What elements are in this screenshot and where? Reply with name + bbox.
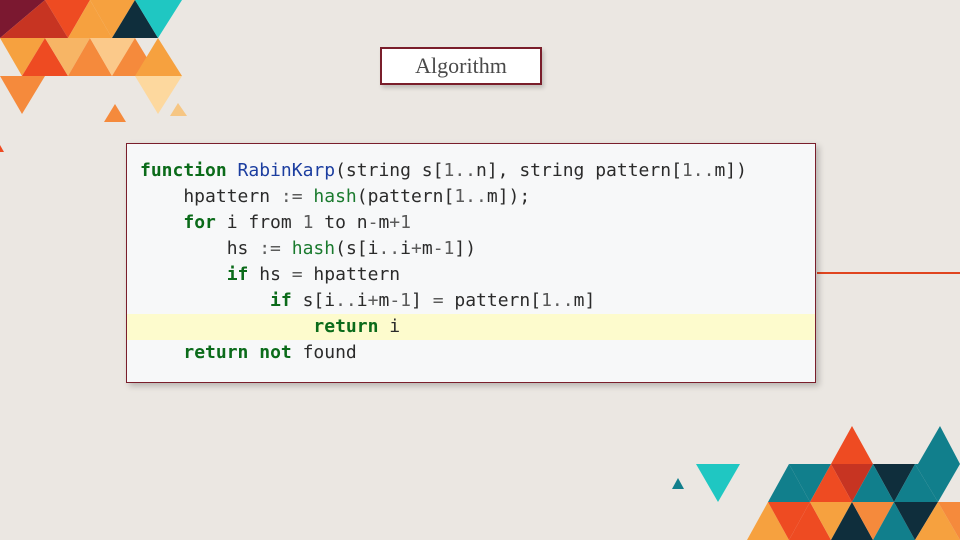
code-token: n], string pattern[	[476, 160, 682, 181]
slide-title: Algorithm	[380, 47, 542, 85]
code-token: if	[270, 290, 292, 311]
code-token: 1	[400, 290, 411, 311]
code-token: hpattern	[140, 186, 281, 207]
code-line: if s[i..i+m-1] = pattern[1..m]	[127, 288, 815, 314]
code-line: return i	[127, 314, 815, 340]
code-token: (s[i	[335, 238, 379, 259]
code-token: if	[226, 264, 249, 285]
code-line: if hs = hpattern	[127, 262, 815, 288]
code-token: 1	[681, 160, 693, 181]
code-token: i	[400, 238, 411, 259]
code-token: function	[140, 160, 227, 181]
code-token: ..	[692, 160, 715, 181]
code-token: return	[183, 342, 249, 363]
code-token: ..	[454, 160, 476, 181]
code-token: i from	[215, 212, 303, 233]
code-token: hpattern	[302, 264, 401, 285]
code-token: 1	[302, 212, 314, 233]
code-token: not	[259, 342, 292, 363]
code-token: 1	[400, 212, 411, 233]
code-token: to n	[313, 212, 368, 233]
code-line: for i from 1 to n-m+1	[127, 210, 815, 236]
code-token: i	[356, 290, 368, 311]
code-token: ..	[551, 290, 574, 311]
code-token: :=	[280, 186, 303, 207]
accent-line	[817, 272, 960, 274]
code-token: =	[432, 290, 444, 311]
code-token: for	[183, 212, 216, 233]
code-token: pattern[	[443, 290, 542, 311]
code-token: (string s[	[335, 160, 444, 181]
code-token: ])	[454, 238, 477, 259]
code-token: -	[389, 290, 401, 311]
code-line: return not found	[127, 340, 815, 366]
code-token: m]);	[486, 186, 531, 207]
code-token: return	[313, 316, 379, 337]
code-line: hpattern := hash(pattern[1..m]);	[127, 184, 815, 210]
code-token: m	[421, 238, 433, 259]
code-token: +	[411, 238, 422, 259]
code-token: 1	[454, 186, 466, 207]
code-block: function RabinKarp(string s[1..n], strin…	[126, 143, 816, 383]
code-token: 1	[541, 290, 552, 311]
code-token: :=	[259, 238, 281, 259]
code-token: +	[389, 212, 401, 233]
code-token: m	[378, 290, 390, 311]
code-token: 1	[443, 238, 455, 259]
code-token: hs	[248, 264, 292, 285]
code-token: m]	[573, 290, 596, 311]
code-token: +	[367, 290, 379, 311]
code-token: ..	[335, 290, 357, 311]
code-token: 1	[443, 160, 455, 181]
code-token: -	[367, 212, 379, 233]
code-token: hash	[313, 186, 357, 207]
code-token: ..	[465, 186, 487, 207]
code-token: ]	[411, 290, 433, 311]
code-line: hs := hash(s[i..i+m-1])	[127, 236, 815, 262]
code-token: hash	[291, 238, 336, 259]
decorative-triangles-top-left	[0, 0, 187, 152]
code-token: RabinKarp	[237, 160, 336, 181]
code-token: i	[378, 316, 401, 337]
code-token: ..	[378, 238, 401, 259]
code-token: hs	[140, 238, 260, 259]
code-token: m])	[714, 160, 747, 181]
code-token: m	[378, 212, 390, 233]
code-line: function RabinKarp(string s[1..n], strin…	[127, 158, 815, 184]
code-token: s[i	[291, 290, 336, 311]
slide-title-text: Algorithm	[415, 53, 507, 78]
code-token: (pattern[	[356, 186, 455, 207]
code-token: =	[291, 264, 303, 285]
code-token: -	[432, 238, 444, 259]
code-token: found	[291, 342, 357, 363]
